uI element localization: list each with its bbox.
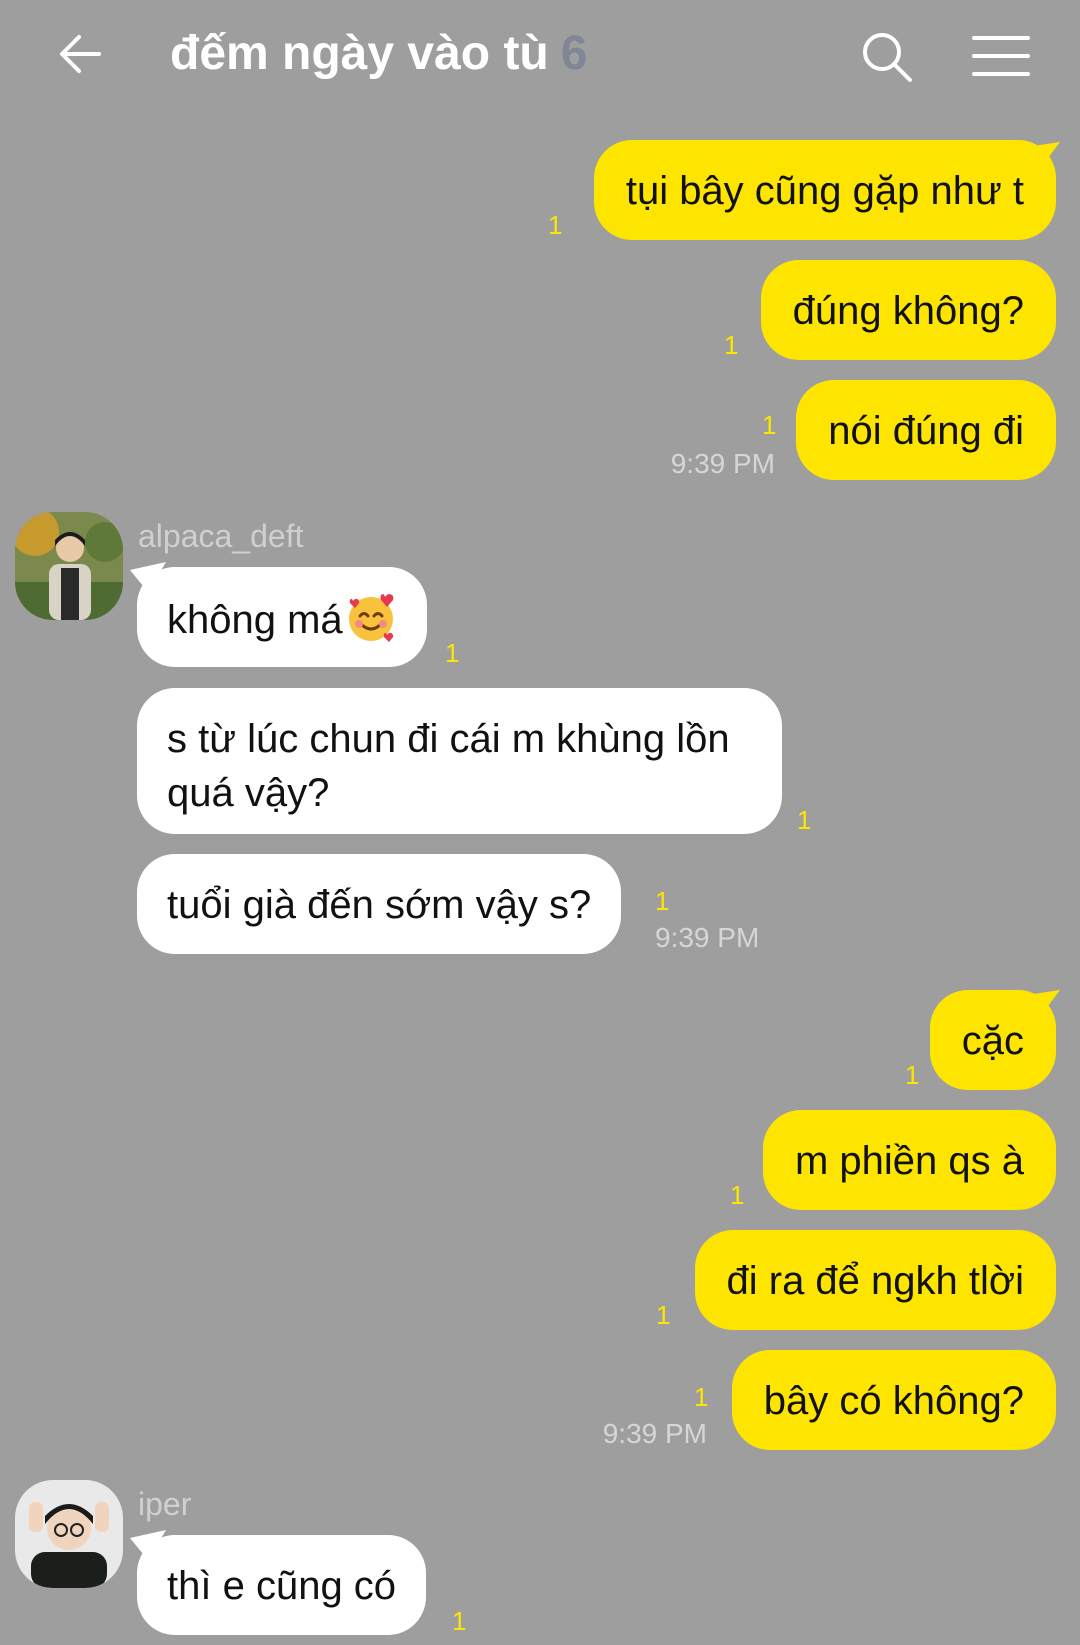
message-bubble-outgoing[interactable]: tụi bây cũng gặp như t: [593, 140, 1056, 240]
message-text: m phiền qs à: [794, 1139, 1024, 1183]
unread-count: 1: [656, 1300, 671, 1330]
message-bubble-outgoing[interactable]: nói đúng đi: [796, 380, 1056, 480]
unread-count: 1: [655, 886, 670, 916]
sender-name: alpaca_deft: [138, 518, 304, 554]
unread-count: 1: [694, 1382, 709, 1412]
message-time: 9:39 PM: [602, 1418, 707, 1449]
message-bubble-outgoing[interactable]: đi ra để ngkh tlời: [694, 1230, 1056, 1330]
message-bubble-incoming[interactable]: s từ lúc chun đi cái m khùng lồn quá vậy…: [137, 688, 782, 834]
message-text: nói đúng đi: [828, 409, 1024, 453]
message-text: tụi bây cũng gặp như t: [625, 169, 1024, 213]
message-bubble-outgoing[interactable]: đúng không?: [760, 260, 1056, 360]
message-text: s từ lúc chun đi cái m khùng lồn quá vậy…: [167, 717, 730, 815]
chat-title-text: đếm ngày vào tù: [170, 27, 549, 80]
avatar-iper[interactable]: [15, 1480, 123, 1588]
unread-count: 1: [797, 805, 812, 835]
message-text: bây có không?: [763, 1379, 1024, 1423]
chat-header: đếm ngày vào tù 6: [0, 0, 1080, 120]
message-text: thì e cũng có: [167, 1564, 397, 1608]
smiling-face-with-hearts-icon: [348, 594, 394, 642]
avatar-alpaca-deft[interactable]: [15, 512, 123, 620]
message-bubble-incoming[interactable]: tuổi già đến sớm vậy s?: [137, 854, 622, 954]
message-bubble-outgoing[interactable]: m phiền qs à: [762, 1110, 1056, 1210]
unread-count: 1: [548, 210, 563, 240]
unread-count: 1: [724, 330, 739, 360]
message-text: đúng không?: [792, 289, 1024, 333]
message-bubble-incoming[interactable]: không má: [137, 567, 427, 667]
chat-title: đếm ngày vào tù 6: [170, 26, 587, 81]
member-count: 6: [560, 27, 588, 80]
search-icon[interactable]: [860, 30, 914, 84]
message-text: không má: [167, 598, 343, 642]
message-bubble-outgoing[interactable]: bây có không?: [731, 1350, 1056, 1450]
message-text: đi ra để ngkh tlời: [726, 1259, 1025, 1303]
unread-count: 1: [905, 1060, 920, 1090]
unread-count: 1: [730, 1180, 745, 1210]
unread-count: 1: [452, 1606, 467, 1636]
message-bubble-outgoing[interactable]: cặc: [929, 990, 1056, 1090]
sender-name: iper: [138, 1486, 192, 1522]
message-bubble-incoming[interactable]: thì e cũng có: [137, 1535, 427, 1635]
message-time: 9:39 PM: [655, 922, 760, 953]
message-text: cặc: [961, 1019, 1024, 1063]
unread-count: 1: [445, 638, 460, 668]
unread-count: 1: [762, 410, 777, 440]
menu-icon[interactable]: [972, 32, 1030, 80]
back-arrow-icon[interactable]: [55, 28, 107, 80]
message-text: tuổi già đến sớm vậy s?: [167, 883, 592, 927]
message-time: 9:39 PM: [670, 448, 775, 479]
